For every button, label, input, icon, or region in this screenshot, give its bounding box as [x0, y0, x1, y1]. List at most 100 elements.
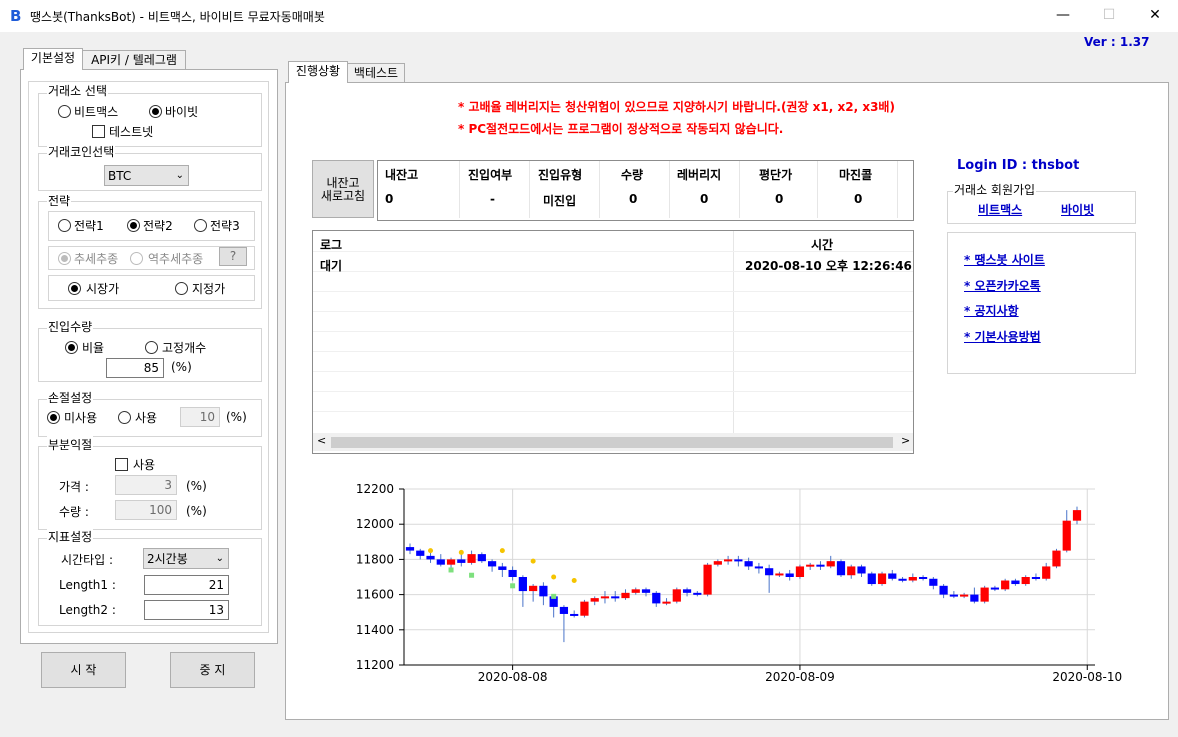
x-tick-label: 2020-08-10 — [1052, 670, 1122, 684]
status-divider — [739, 161, 740, 218]
y-tick-label: 11200 — [356, 658, 394, 672]
link-user-guide[interactable]: * 기본사용방법 — [964, 328, 1041, 345]
radio-strategy-3[interactable] — [194, 219, 207, 232]
radio-qty-ratio[interactable] — [65, 341, 78, 354]
radio-strategy-2-label: 전략2 — [143, 219, 173, 233]
balance-refresh-button[interactable]: 내잔고 새로고침 — [312, 160, 374, 218]
radio-strategy-1[interactable] — [58, 219, 71, 232]
candle-body — [867, 573, 876, 585]
partial-qty-input[interactable]: 100 — [115, 500, 177, 520]
timeframe-select[interactable]: 2시간봉 ⌄ — [143, 548, 229, 569]
candle-body — [847, 566, 856, 576]
scroll-left-icon[interactable]: < — [317, 434, 326, 447]
y-tick-label: 11400 — [356, 623, 394, 637]
radio-trend-follow-label: 추세추종 — [74, 252, 119, 266]
candle-body — [426, 555, 435, 560]
radio-bitmex[interactable] — [58, 105, 71, 118]
candle-body — [487, 561, 497, 567]
chart-grid — [404, 488, 1095, 666]
status-entry-type-value: 미진입 — [543, 194, 577, 208]
length1-input[interactable]: 21 — [144, 575, 229, 595]
radio-stoploss-on-label: 사용 — [135, 411, 158, 425]
radio-qty-fixed[interactable] — [145, 341, 158, 354]
tab-api-telegram[interactable]: API키 / 텔레그램 — [82, 50, 186, 70]
candle-body — [1001, 580, 1010, 590]
strategy-help-button[interactable]: ? — [219, 247, 247, 266]
tab-basic-settings[interactable]: 기본설정 — [23, 48, 83, 70]
partial-use-checkbox[interactable] — [115, 458, 128, 471]
candle-body — [508, 569, 517, 577]
candle-body — [980, 587, 989, 602]
stoploss-input[interactable]: 10 — [180, 407, 220, 427]
timeframe-label: 시간타입 : — [61, 553, 114, 567]
candle-body — [477, 554, 486, 562]
candle-body — [682, 589, 692, 593]
maximize-button[interactable]: ☐ — [1086, 0, 1132, 30]
candle-body — [1042, 566, 1051, 579]
stop-button[interactable]: 중 지 — [170, 652, 255, 688]
warning-leverage: * 고배율 레버리지는 청산위험이 있으므로 지양하시기 바랍니다.(권장 x1… — [458, 100, 895, 114]
signup-link-bybit[interactable]: 바이빗 — [1061, 201, 1094, 218]
candle-body — [785, 573, 794, 577]
candle-body — [457, 559, 466, 563]
entry-qty-input[interactable]: 85 — [106, 358, 164, 378]
coin-select-value: BTC — [108, 169, 132, 183]
log-horizontal-scrollbar[interactable]: < > — [313, 433, 913, 451]
coin-select[interactable]: BTC ⌄ — [104, 165, 189, 186]
link-thanksbot-site[interactable]: * 땡스봇 사이트 — [964, 251, 1045, 268]
scroll-right-icon[interactable]: > — [901, 434, 910, 447]
status-header: 진입여부 — [468, 168, 513, 182]
candle-body — [836, 561, 846, 576]
partial-qty-unit: (%) — [186, 504, 207, 518]
start-button[interactable]: 시 작 — [41, 652, 126, 688]
log-grid-line — [313, 311, 913, 312]
radio-bybit-label: 바이빗 — [165, 105, 199, 119]
log-grid-line — [313, 331, 913, 332]
radio-trend-follow[interactable] — [58, 252, 71, 265]
candle-body — [641, 589, 651, 593]
stoploss-unit: (%) — [226, 410, 247, 424]
radio-limit-order[interactable] — [175, 282, 188, 295]
partial-price-label: 가격 : — [59, 480, 89, 494]
length2-input[interactable]: 13 — [144, 600, 229, 620]
signal-marker-yellow — [551, 574, 557, 580]
tab-backtest[interactable]: 백테스트 — [347, 63, 405, 83]
login-id-value: thsbot — [1031, 158, 1080, 173]
minimize-button[interactable]: — — [1040, 0, 1086, 30]
radio-strategy-2[interactable] — [127, 219, 140, 232]
radio-counter-trend[interactable] — [130, 252, 143, 265]
candle-body — [898, 578, 907, 581]
log-row-message: 대기 — [320, 259, 343, 273]
radio-bybit[interactable] — [149, 105, 162, 118]
candle-body — [416, 550, 425, 556]
log-list[interactable]: 로그 시간 대기 2020-08-10 오후 12:26:46 < > — [312, 230, 914, 454]
radio-market-order[interactable] — [68, 282, 81, 295]
link-notices[interactable]: * 공지사항 — [964, 302, 1019, 319]
scrollbar-thumb[interactable] — [331, 437, 893, 448]
testnet-checkbox[interactable] — [92, 125, 105, 138]
signup-link-bitmex[interactable]: 비트맥스 — [978, 201, 1022, 218]
radio-strategy-1-label: 전략1 — [74, 219, 104, 233]
signal-marker-green — [469, 572, 475, 578]
candle-body — [765, 568, 774, 576]
candle-body — [590, 598, 599, 602]
close-button[interactable]: ✕ — [1132, 0, 1178, 30]
length1-label: Length1 : — [59, 578, 116, 592]
candle-body — [662, 601, 671, 604]
tab-progress[interactable]: 진행상황 — [288, 61, 348, 83]
candle-body — [693, 592, 702, 595]
signal-marker-green — [551, 593, 557, 599]
radio-stoploss-off[interactable] — [47, 411, 60, 424]
link-open-kakaotalk[interactable]: * 오픈카카오톡 — [964, 277, 1041, 294]
partial-price-input[interactable]: 3 — [115, 475, 177, 495]
indicator-group-title: 지표설정 — [47, 528, 94, 545]
radio-stoploss-on[interactable] — [118, 411, 131, 424]
radio-counter-trend-label: 역추세추종 — [148, 252, 204, 266]
warning-sleep-mode: * PC절전모드에서는 프로그램이 정상적으로 작동되지 않습니다. — [458, 122, 784, 136]
signal-marker-green — [448, 567, 454, 573]
status-table: 내잔고 진입여부 진입유형 수량 레버리지 평단가 마진콜 0 - 미진입 0 … — [377, 160, 914, 221]
candle-body — [826, 561, 835, 567]
status-qty-value: 0 — [629, 192, 638, 206]
log-header-message: 로그 — [320, 238, 343, 252]
status-header: 내잔고 — [385, 168, 419, 182]
